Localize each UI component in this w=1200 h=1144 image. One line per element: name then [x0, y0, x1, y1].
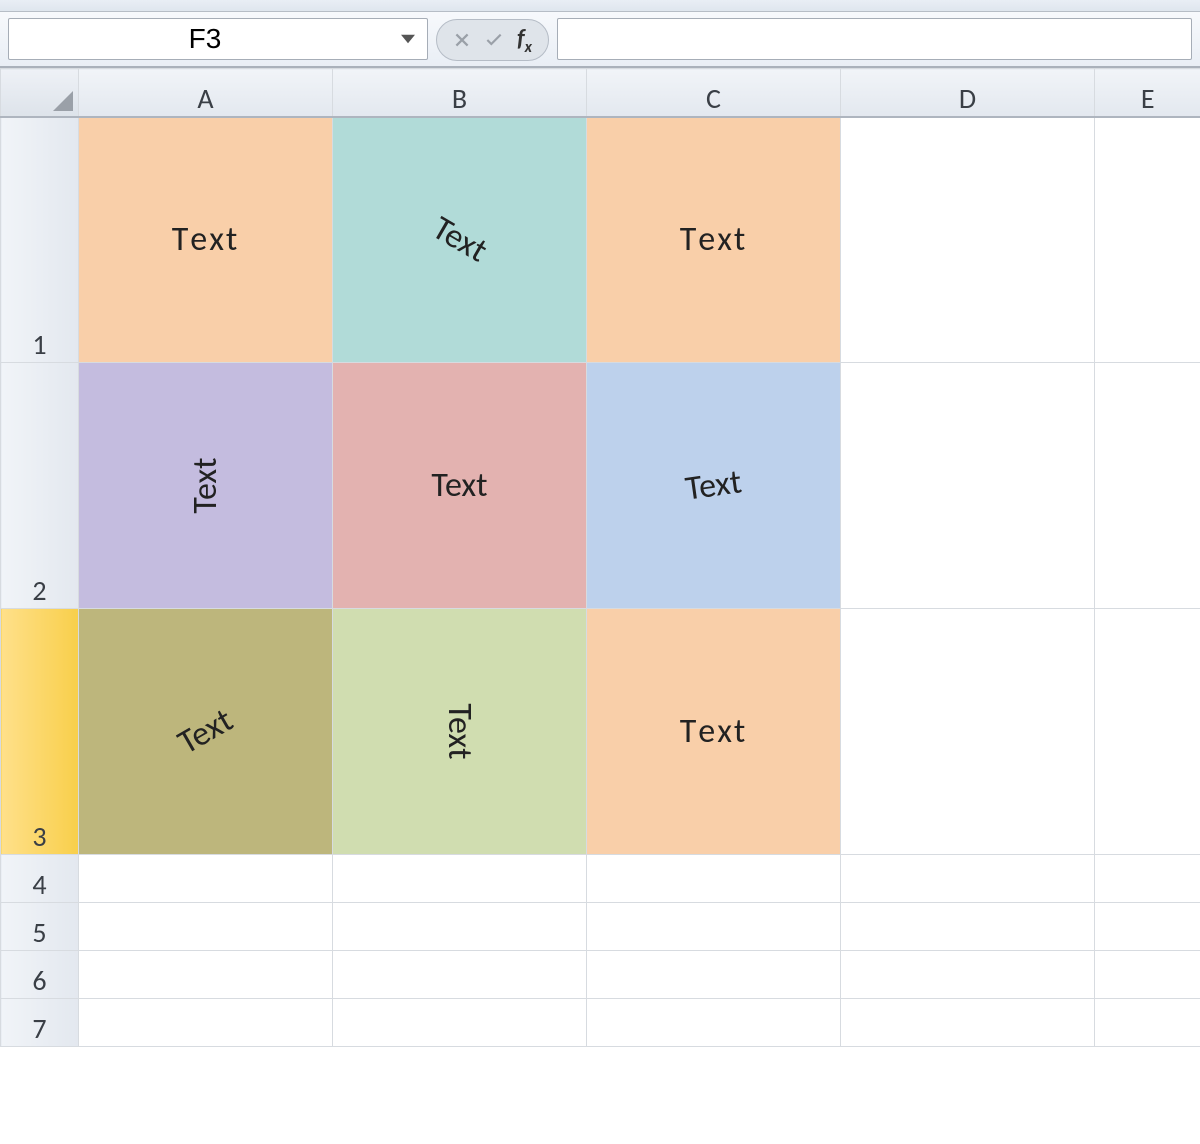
cell-A7[interactable] — [79, 999, 333, 1047]
excel-window: fx A B C D E 1 Text — [0, 0, 1200, 1144]
formula-bar-buttons: fx — [436, 19, 549, 61]
row-header-7[interactable]: 7 — [1, 999, 79, 1047]
row-1: 1 Text Text Text — [1, 117, 1200, 363]
cell-D5[interactable] — [841, 903, 1095, 951]
cell-A6[interactable] — [79, 951, 333, 999]
cell-C2[interactable]: Text — [587, 363, 841, 609]
cell-B6[interactable] — [333, 951, 587, 999]
row-7: 7 — [1, 999, 1200, 1047]
name-box-dropdown[interactable] — [401, 32, 419, 46]
row-header-2[interactable]: 2 — [1, 363, 79, 609]
cell-E4[interactable] — [1095, 855, 1200, 903]
spreadsheet-grid[interactable]: A B C D E 1 Text Text Text — [0, 68, 1200, 1144]
enter-formula-button[interactable] — [483, 29, 505, 51]
column-header-D[interactable]: D — [841, 69, 1095, 117]
cell-E1[interactable] — [1095, 117, 1200, 363]
column-header-C[interactable]: C — [587, 69, 841, 117]
cell-C5[interactable] — [587, 903, 841, 951]
row-3: 3 Text Text Text — [1, 609, 1200, 855]
cell-A1-text: Text — [79, 118, 332, 363]
row-5: 5 — [1, 903, 1200, 951]
cell-A5[interactable] — [79, 903, 333, 951]
cell-A2[interactable]: Text — [79, 363, 333, 609]
cell-D6[interactable] — [841, 951, 1095, 999]
cell-E5[interactable] — [1095, 903, 1200, 951]
name-box[interactable] — [9, 23, 401, 55]
row-header-1[interactable]: 1 — [1, 117, 79, 363]
cell-B2-text: Text — [333, 363, 586, 608]
column-header-row: A B C D E — [1, 69, 1200, 117]
cell-A1[interactable]: Text — [79, 117, 333, 363]
cell-C3[interactable]: Text — [587, 609, 841, 855]
cell-C7[interactable] — [587, 999, 841, 1047]
cell-B1[interactable]: Text — [333, 117, 587, 363]
ribbon-bottom-edge — [0, 0, 1200, 12]
cell-A3-text: Text — [35, 562, 377, 901]
row-header-6[interactable]: 6 — [1, 951, 79, 999]
cell-B7[interactable] — [333, 999, 587, 1047]
cell-B5[interactable] — [333, 903, 587, 951]
cell-B2[interactable]: Text — [333, 363, 587, 609]
cell-C4[interactable] — [587, 855, 841, 903]
name-box-container — [8, 18, 428, 60]
cell-B1-text: Text — [289, 71, 630, 409]
formula-input[interactable] — [557, 18, 1192, 60]
row-6: 6 — [1, 951, 1200, 999]
cell-D2[interactable] — [841, 363, 1095, 609]
cell-D4[interactable] — [841, 855, 1095, 903]
column-header-E[interactable]: E — [1095, 69, 1200, 117]
row-2: 2 Text Text Text — [1, 363, 1200, 609]
cell-E6[interactable] — [1095, 951, 1200, 999]
cancel-formula-button[interactable] — [451, 29, 473, 51]
cell-A3[interactable]: Text — [79, 609, 333, 855]
check-icon — [486, 33, 502, 47]
cell-C3-text: Text — [587, 609, 840, 854]
formula-bar-row: fx — [0, 12, 1200, 68]
cell-D3[interactable] — [841, 609, 1095, 855]
cell-C6[interactable] — [587, 951, 841, 999]
cell-D7[interactable] — [841, 999, 1095, 1047]
insert-function-button[interactable]: fx — [515, 24, 534, 57]
cell-E2[interactable] — [1095, 363, 1200, 609]
chevron-down-icon — [401, 32, 415, 46]
cell-C1[interactable]: Text — [587, 117, 841, 363]
row-header-5[interactable]: 5 — [1, 903, 79, 951]
cell-C1-text: Text — [587, 118, 840, 363]
cell-C2-text: Text — [571, 347, 856, 625]
cell-B4[interactable] — [333, 855, 587, 903]
select-all-corner[interactable] — [1, 69, 79, 117]
cell-D1[interactable] — [841, 117, 1095, 363]
cell-B3[interactable]: Text — [333, 609, 587, 855]
cell-B3-text: Text — [337, 605, 582, 858]
cell-E7[interactable] — [1095, 999, 1200, 1047]
sheet-table: A B C D E 1 Text Text Text — [0, 68, 1200, 1047]
row-header-4[interactable]: 4 — [1, 855, 79, 903]
cell-A2-text: Text — [83, 359, 328, 612]
cell-E3[interactable] — [1095, 609, 1200, 855]
x-icon — [455, 33, 469, 47]
column-header-A[interactable]: A — [79, 69, 333, 117]
